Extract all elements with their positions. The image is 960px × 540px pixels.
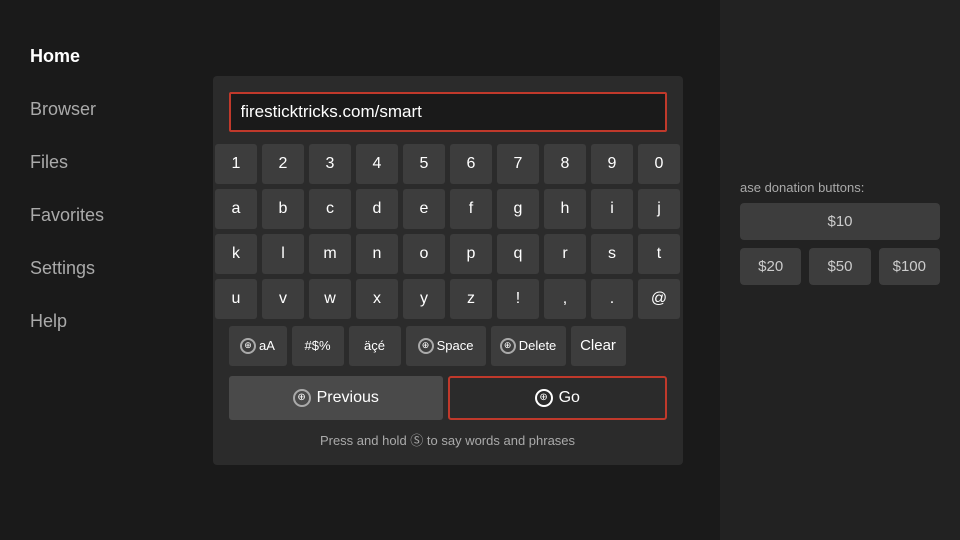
keyboard: 1 2 3 4 5 6 7 8 9 0 a b c d e f g h [229,144,667,420]
key-1[interactable]: 1 [215,144,257,184]
key-u[interactable]: u [215,279,257,319]
key-7[interactable]: 7 [497,144,539,184]
amount-20[interactable]: $20 [740,248,801,285]
key-n[interactable]: n [356,234,398,274]
key-c[interactable]: c [309,189,351,229]
key-4[interactable]: 4 [356,144,398,184]
key-3[interactable]: 3 [309,144,351,184]
right-panel: ase donation buttons: $10 $20 $50 $100 [720,0,960,540]
key-d[interactable]: d [356,189,398,229]
key-z[interactable]: z [450,279,492,319]
key-v[interactable]: v [262,279,304,319]
url-input[interactable] [229,92,667,132]
amount-50[interactable]: $50 [809,248,870,285]
nav-row: ⊕ Previous ⊕ Go [229,376,667,420]
key-m[interactable]: m [309,234,351,274]
key-l[interactable]: l [262,234,304,274]
special-row: ⊕ aA #$% äçé ⊕ Space ⊕ Delete Clear [229,326,667,366]
key-clear[interactable]: Clear [571,326,626,366]
key-ace[interactable]: äçé [349,326,401,366]
key-period[interactable]: . [591,279,633,319]
key-y[interactable]: y [403,279,445,319]
key-k[interactable]: k [215,234,257,274]
key-j[interactable]: j [638,189,680,229]
key-h[interactable]: h [544,189,586,229]
voice-hint: Press and hold Ⓢ to say words and phrase… [229,430,667,449]
keyboard-overlay: 1 2 3 4 5 6 7 8 9 0 a b c d e f g h [175,0,720,540]
key-at[interactable]: @ [638,279,680,319]
amount-10[interactable]: $10 [740,203,940,240]
key-caps[interactable]: ⊕ aA [229,326,287,366]
sidebar-item-browser[interactable]: Browser [0,83,175,136]
sidebar-item-home[interactable]: Home [0,30,175,83]
key-8[interactable]: 8 [544,144,586,184]
key-hash[interactable]: #$% [292,326,344,366]
key-9[interactable]: 9 [591,144,633,184]
sidebar: Home Browser Files Favorites Settings He… [0,0,175,540]
donation-row-1: $10 [740,203,940,240]
donation-hint: ase donation buttons: [740,180,940,195]
donation-row-2: $20 $50 $100 [740,248,940,285]
key-r[interactable]: r [544,234,586,274]
key-2[interactable]: 2 [262,144,304,184]
key-i[interactable]: i [591,189,633,229]
url-input-container [229,92,667,132]
amount-100[interactable]: $100 [879,248,940,285]
key-space[interactable]: ⊕ Space [406,326,486,366]
keyboard-dialog: 1 2 3 4 5 6 7 8 9 0 a b c d e f g h [213,76,683,465]
sidebar-item-settings[interactable]: Settings [0,242,175,295]
number-row: 1 2 3 4 5 6 7 8 9 0 [229,144,667,184]
row-u-at: u v w x y z ! , . @ [229,279,667,319]
previous-button[interactable]: ⊕ Previous [229,376,444,420]
key-0[interactable]: 0 [638,144,680,184]
row-kt: k l m n o p q r s t [229,234,667,274]
go-button[interactable]: ⊕ Go [448,376,667,420]
key-o[interactable]: o [403,234,445,274]
sidebar-item-help[interactable]: Help [0,295,175,348]
key-p[interactable]: p [450,234,492,274]
key-b[interactable]: b [262,189,304,229]
key-s[interactable]: s [591,234,633,274]
key-exclaim[interactable]: ! [497,279,539,319]
key-delete[interactable]: ⊕ Delete [491,326,566,366]
key-a[interactable]: a [215,189,257,229]
sidebar-item-favorites[interactable]: Favorites [0,189,175,242]
key-x[interactable]: x [356,279,398,319]
key-comma[interactable]: , [544,279,586,319]
key-w[interactable]: w [309,279,351,319]
key-g[interactable]: g [497,189,539,229]
key-t[interactable]: t [638,234,680,274]
row-aj: a b c d e f g h i j [229,189,667,229]
key-q[interactable]: q [497,234,539,274]
key-6[interactable]: 6 [450,144,492,184]
sidebar-item-files[interactable]: Files [0,136,175,189]
key-e[interactable]: e [403,189,445,229]
key-5[interactable]: 5 [403,144,445,184]
key-f[interactable]: f [450,189,492,229]
